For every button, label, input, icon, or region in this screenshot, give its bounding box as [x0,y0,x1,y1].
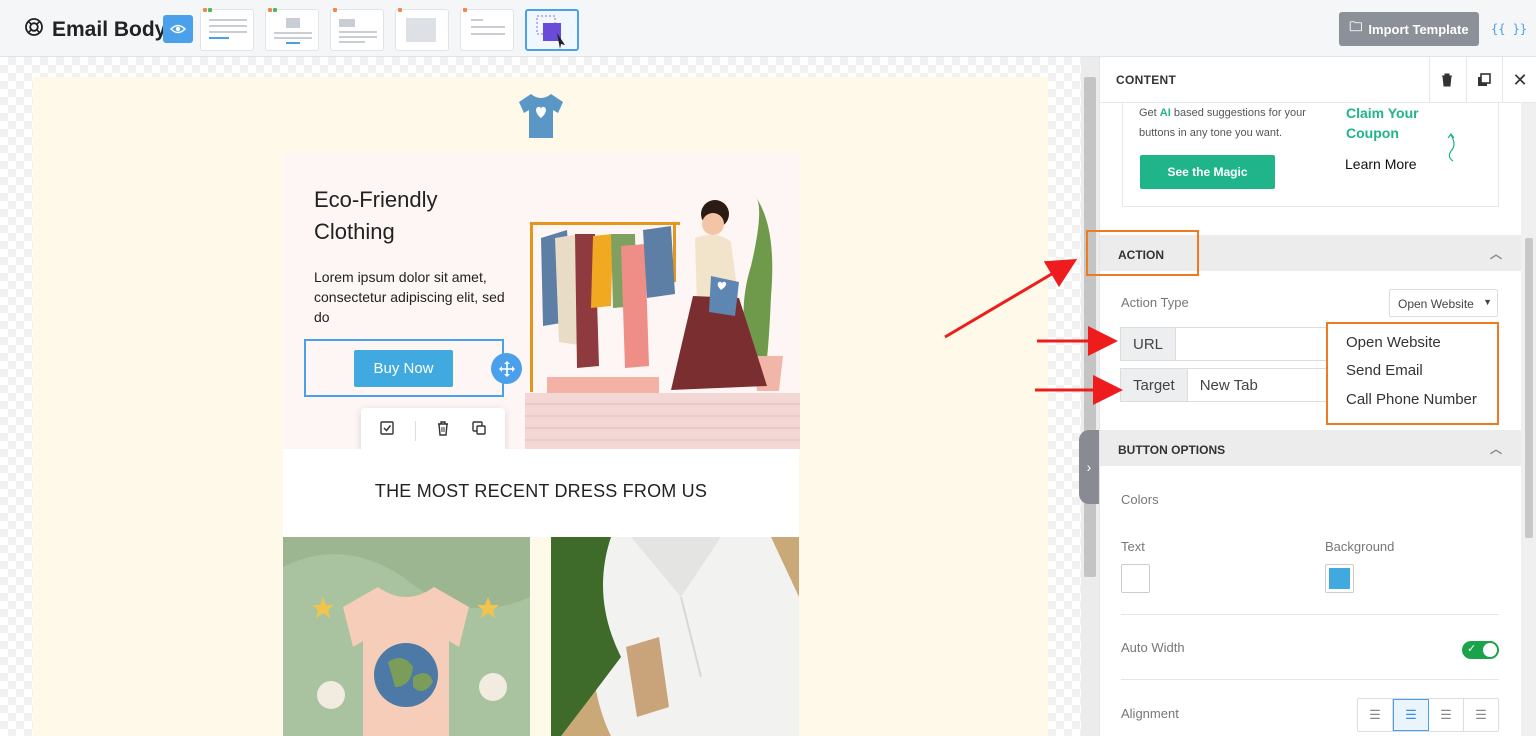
panel-scroll-thumb[interactable] [1525,238,1533,538]
url-input[interactable] [1176,328,1200,360]
duplicate-icon[interactable] [471,420,487,441]
buy-now-button[interactable]: Buy Now [354,350,453,387]
alignment-label: Alignment [1121,706,1179,721]
curly-arrow-icon [1447,133,1455,162]
lifebuoy-icon [24,17,44,43]
ai-suggestion-text: Get AI based suggestions for your button… [1139,107,1306,139]
tshirt-logo-icon [519,94,563,138]
auto-width-label: Auto Width [1121,640,1185,655]
move-icon [498,360,515,377]
collapse-panel-toggle[interactable]: › [1079,430,1099,504]
template-thumb-2[interactable] [265,8,319,51]
template-thumb-4[interactable] [395,8,449,51]
copy-icon [1478,73,1491,86]
move-handle[interactable] [491,353,522,384]
top-bar: Email Body 🗀 Import Template {{ }} [0,0,1536,57]
trash-icon[interactable] [435,420,451,441]
option-open-website[interactable]: Open Website [1346,334,1441,351]
button-options-label: BUTTON OPTIONS [1118,443,1226,457]
claim-coupon-text: Claim Your Coupon [1346,105,1419,141]
background-color-label: Background [1325,539,1395,554]
import-template-button[interactable]: 🗀 Import Template [1339,12,1479,46]
recent-heading: THE MOST RECENT DRESS FROM US [374,481,708,501]
merge-tags-button[interactable]: {{ }} [1491,22,1527,36]
action-type-label: Action Type [1121,295,1189,310]
option-call-phone-number[interactable]: Call Phone Number [1346,391,1477,408]
caret-down-icon: ▼ [1483,297,1492,307]
settings-panel: CONTENT ✕ Get AI based suggestions for y… [1099,57,1536,736]
hero-body-text: Lorem ipsum dolor sit amet, consectetur … [314,269,505,325]
custom-block-icon [536,15,565,49]
chevron-right-icon: › [1086,459,1092,475]
align-center-icon[interactable]: ☰ [1393,699,1429,731]
trash-icon [1442,73,1452,87]
action-highlight-box [1086,230,1199,276]
canvas-scrollbar[interactable] [1081,57,1099,736]
alignment-buttons: ☰ ☰ ☰ ☰ [1357,698,1499,732]
checkbox-icon[interactable] [379,420,395,441]
auto-width-toggle[interactable]: ✓ [1462,641,1499,659]
check-icon: ✓ [1467,643,1477,655]
divider [1121,614,1499,615]
colors-label: Colors [1121,492,1159,507]
target-label: Target [1121,369,1188,401]
learn-more-text: Learn More [1345,156,1417,172]
template-thumb-1[interactable] [200,8,254,51]
duplicate-block-button[interactable] [1466,57,1501,103]
action-type-value: Open Website [1398,297,1474,311]
page-title: Email Body [52,18,167,41]
preview-button[interactable] [163,15,193,43]
panel-header: CONTENT ✕ [1100,57,1536,103]
tshirt-planet-image [283,537,530,736]
align-right-icon[interactable]: ☰ [1429,699,1464,731]
target-select[interactable]: New Tab [1188,369,1270,401]
block-toolbar [361,408,505,453]
action-type-select[interactable]: Open Website ▼ [1389,289,1498,317]
ai-suggestion-box: Get AI based suggestions for your button… [1122,103,1499,207]
template-thumb-3[interactable] [330,8,384,51]
action-type-dropdown: Open Website Send Email Call Phone Numbe… [1326,322,1499,425]
url-label: URL [1121,328,1177,360]
white-shirt-image [551,537,799,736]
eye-icon [170,24,186,34]
option-send-email[interactable]: Send Email [1346,362,1423,379]
page-title-group: Email Body [24,17,166,43]
template-thumb-5[interactable] [460,8,514,51]
target-input-group[interactable]: Target New Tab [1120,368,1330,402]
template-thumb-custom[interactable] [525,9,579,51]
panel-scrollbar[interactable] [1521,103,1536,736]
panel-header-label: CONTENT [1116,73,1177,87]
chevron-up-icon: ︿ [1489,247,1502,261]
hero-title: Eco-Friendly Clothing [314,187,438,244]
background-color-swatch[interactable] [1325,564,1354,593]
chevron-up-icon: ︿ [1489,442,1502,456]
button-options-section-header[interactable]: BUTTON OPTIONS ︿ [1100,430,1536,466]
url-input-group[interactable]: URL [1120,327,1330,361]
divider [1121,679,1499,680]
text-color-swatch[interactable] [1121,564,1150,593]
text-color-label: Text [1121,539,1145,554]
toolbar-divider [414,420,416,441]
close-icon[interactable]: ✕ [1502,57,1536,103]
delete-block-button[interactable] [1429,57,1464,103]
see-the-magic-button[interactable]: See the Magic [1140,155,1275,189]
align-left-icon[interactable]: ☰ [1358,699,1393,731]
folder-icon: 🗀 [1349,19,1363,34]
hero-illustration [525,196,800,449]
align-justify-icon[interactable]: ☰ [1464,699,1498,731]
